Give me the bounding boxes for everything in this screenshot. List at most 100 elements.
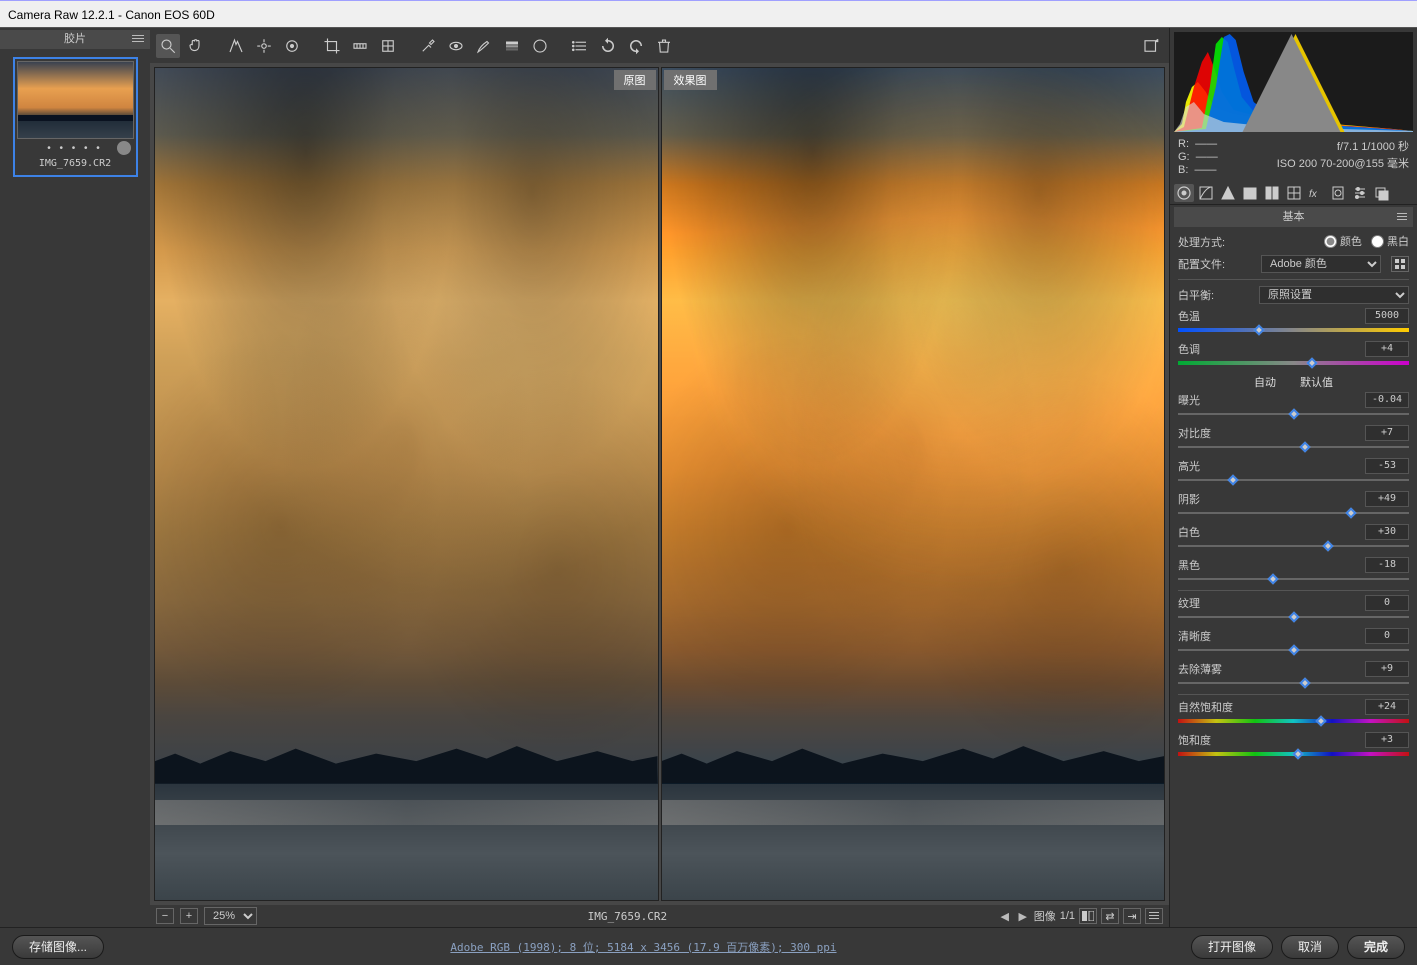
slider-contrast-track[interactable] xyxy=(1178,444,1409,452)
image-counter-label: 图像 xyxy=(1034,908,1056,924)
open-image-button[interactable]: 打开图像 xyxy=(1191,935,1273,959)
slider-whites-value[interactable]: +30 xyxy=(1365,524,1409,540)
white-balance-tool-icon[interactable] xyxy=(224,34,248,58)
slider-saturation-track[interactable] xyxy=(1178,751,1409,759)
transform-tool-icon[interactable] xyxy=(376,34,400,58)
adjustment-brush-tool-icon[interactable] xyxy=(472,34,496,58)
filmstrip-thumb[interactable]: • • • • • IMG_7659.CR2 xyxy=(13,57,138,177)
slider-exposure-track[interactable] xyxy=(1178,411,1409,419)
workflow-options-link[interactable]: Adobe RGB (1998); 8 位; 5184 x 3456 (17.9… xyxy=(104,939,1183,955)
rotate-ccw-icon[interactable] xyxy=(596,34,620,58)
zoom-in-icon[interactable]: + xyxy=(180,908,198,924)
histogram[interactable] xyxy=(1174,32,1413,132)
profile-select[interactable]: Adobe 颜色 xyxy=(1261,255,1381,273)
filmstrip-title: 胶片 xyxy=(64,33,86,45)
slider-texture-value[interactable]: 0 xyxy=(1365,595,1409,611)
slider-shadows[interactable]: 阴影+49 xyxy=(1178,491,1409,518)
next-image-icon[interactable]: ▶ xyxy=(1016,910,1030,923)
slider-tint[interactable]: 色调+4 xyxy=(1178,341,1409,368)
color-sampler-tool-icon[interactable] xyxy=(252,34,276,58)
done-button[interactable]: 完成 xyxy=(1347,935,1405,959)
slider-vibrance-track[interactable] xyxy=(1178,718,1409,726)
treatment-color-radio[interactable] xyxy=(1324,235,1337,248)
copy-settings-icon[interactable]: ⇥ xyxy=(1123,908,1141,924)
slider-whites[interactable]: 白色+30 xyxy=(1178,524,1409,551)
slider-contrast-value[interactable]: +7 xyxy=(1365,425,1409,441)
tab-fx-icon[interactable]: fx xyxy=(1306,184,1326,202)
slider-clarity[interactable]: 清晰度 0 xyxy=(1178,628,1409,655)
slider-clarity-track[interactable] xyxy=(1178,647,1409,655)
tab-hsl-icon[interactable] xyxy=(1240,184,1260,202)
zoom-tool-icon[interactable] xyxy=(156,34,180,58)
slider-highlights-value[interactable]: -53 xyxy=(1365,458,1409,474)
slider-vibrance[interactable]: 自然饱和度+24 xyxy=(1178,699,1409,726)
tab-snapshots-icon[interactable] xyxy=(1372,184,1392,202)
spot-removal-tool-icon[interactable] xyxy=(416,34,440,58)
filmstrip-menu-icon[interactable] xyxy=(132,35,144,43)
slider-texture-track[interactable] xyxy=(1178,614,1409,622)
slider-whites-track[interactable] xyxy=(1178,543,1409,551)
before-after-icon[interactable] xyxy=(1079,908,1097,924)
delete-icon[interactable] xyxy=(652,34,676,58)
straighten-tool-icon[interactable] xyxy=(348,34,372,58)
slider-blacks[interactable]: 黑色-18 xyxy=(1178,557,1409,584)
slider-dehaze[interactable]: 去除薄雾+9 xyxy=(1178,661,1409,688)
slider-temp-value[interactable]: 5000 xyxy=(1365,308,1409,324)
treatment-label: 处理方式: xyxy=(1178,234,1225,250)
slider-shadows-value[interactable]: +49 xyxy=(1365,491,1409,507)
slider-highlights-track[interactable] xyxy=(1178,477,1409,485)
slider-clarity-label: 清晰度 xyxy=(1178,628,1211,644)
preferences-icon[interactable] xyxy=(1139,34,1163,58)
preview-area[interactable]: 原图 效果图 xyxy=(150,63,1169,905)
profile-browser-icon[interactable] xyxy=(1391,256,1409,272)
slider-tint-track[interactable] xyxy=(1178,360,1409,368)
slider-texture[interactable]: 纹理0 xyxy=(1178,595,1409,622)
swap-icon[interactable]: ⇄ xyxy=(1101,908,1119,924)
slider-vibrance-value[interactable]: +24 xyxy=(1365,699,1409,715)
tab-detail-icon[interactable] xyxy=(1218,184,1238,202)
graduated-filter-tool-icon[interactable] xyxy=(500,34,524,58)
targeted-adjust-tool-icon[interactable] xyxy=(280,34,304,58)
prev-image-icon[interactable]: ◀ xyxy=(998,910,1012,923)
whitebalance-select[interactable]: 原照设置 xyxy=(1259,286,1409,304)
tab-lens-icon[interactable] xyxy=(1284,184,1304,202)
slider-exposure[interactable]: 曝光-0.04 xyxy=(1178,392,1409,419)
hand-tool-icon[interactable] xyxy=(184,34,208,58)
redeye-tool-icon[interactable] xyxy=(444,34,468,58)
slider-dehaze-value[interactable]: +9 xyxy=(1365,661,1409,677)
auto-button[interactable]: 自动 xyxy=(1254,374,1276,390)
slider-temp-track[interactable] xyxy=(1178,327,1409,335)
crop-tool-icon[interactable] xyxy=(320,34,344,58)
slider-contrast[interactable]: 对比度+7 xyxy=(1178,425,1409,452)
save-image-button[interactable]: 存储图像... xyxy=(12,935,104,959)
slider-clarity-value[interactable]: 0 xyxy=(1365,628,1409,644)
default-button[interactable]: 默认值 xyxy=(1300,374,1333,390)
slider-tint-value[interactable]: +4 xyxy=(1365,341,1409,357)
list-view-icon[interactable] xyxy=(568,34,592,58)
panel-menu-icon[interactable] xyxy=(1397,213,1407,221)
slider-blacks-track[interactable] xyxy=(1178,576,1409,584)
slider-temp[interactable]: 色温5000 xyxy=(1178,308,1409,335)
slider-saturation[interactable]: 饱和度+3 xyxy=(1178,732,1409,759)
tab-curve-icon[interactable] xyxy=(1196,184,1216,202)
thumbnail-filename: IMG_7659.CR2 xyxy=(17,158,134,173)
slider-dehaze-track[interactable] xyxy=(1178,680,1409,688)
settings-menu-icon[interactable] xyxy=(1145,908,1163,924)
slider-blacks-value[interactable]: -18 xyxy=(1365,557,1409,573)
radial-filter-tool-icon[interactable] xyxy=(528,34,552,58)
highlight-clip-warning-icon[interactable] xyxy=(1174,34,1411,132)
zoom-select[interactable]: 25% xyxy=(204,907,257,925)
slider-shadows-track[interactable] xyxy=(1178,510,1409,518)
rotate-cw-icon[interactable] xyxy=(624,34,648,58)
treatment-bw-radio[interactable] xyxy=(1371,235,1384,248)
slider-highlights[interactable]: 高光-53 xyxy=(1178,458,1409,485)
cancel-button[interactable]: 取消 xyxy=(1281,935,1339,959)
slider-saturation-value[interactable]: +3 xyxy=(1365,732,1409,748)
tab-basic-icon[interactable] xyxy=(1174,184,1194,202)
slider-exposure-value[interactable]: -0.04 xyxy=(1365,392,1409,408)
tab-presets-icon[interactable] xyxy=(1350,184,1370,202)
tab-calibration-icon[interactable] xyxy=(1328,184,1348,202)
zoom-out-icon[interactable]: − xyxy=(156,908,174,924)
tab-split-icon[interactable] xyxy=(1262,184,1282,202)
thumbnail-rating[interactable]: • • • • • xyxy=(17,143,134,154)
